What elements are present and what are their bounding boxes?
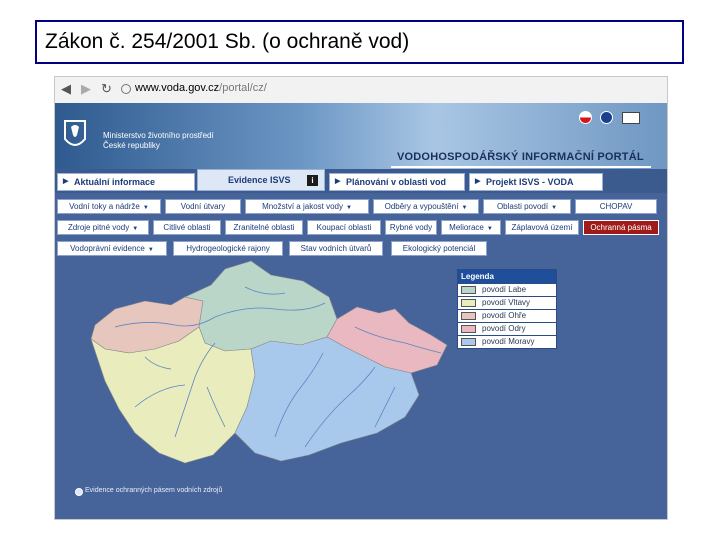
tab-projekt-isvs-voda[interactable]: ▶ Projekt ISVS - VODA — [469, 173, 603, 191]
address-bar[interactable]: www.voda.gov.cz/portal/cz/ — [135, 82, 267, 94]
basin-labe[interactable] — [184, 260, 338, 352]
ministry-line2: České republiky — [103, 141, 160, 150]
radio-bullet-icon[interactable] — [75, 488, 83, 496]
btn-zranitelne-oblasti[interactable]: Zranitelné oblasti — [225, 220, 303, 235]
legend-item: povodí Moravy — [458, 335, 556, 348]
btn-zaplavova-uzemi[interactable]: Záplavová území — [505, 220, 579, 235]
map-legend: Legenda povodí Labe povodí Vltavy povodí… — [457, 269, 557, 349]
czech-river-basin-map[interactable] — [75, 257, 475, 482]
btn-ochranna-pasma[interactable]: Ochranná pásma — [583, 220, 659, 235]
legend-swatch-ohre — [461, 312, 476, 320]
main-tabs: ▶ Aktuální informace Evidence ISVS i ▶ Plá… — [55, 169, 667, 193]
address-host: www.voda.gov.cz — [135, 82, 220, 94]
slide-title-box: Zákon č. 254/2001 Sb. (o ochraně vod) — [35, 20, 684, 64]
btn-koupaci-oblasti[interactable]: Koupací oblasti — [307, 220, 381, 235]
mail-icon[interactable] — [621, 111, 640, 124]
tab-planovani[interactable]: ▶ Plánování v oblasti vod — [329, 173, 465, 191]
portal-screenshot: ◀ ▶ ↻ www.voda.gov.cz/portal/cz/ Ministe… — [54, 76, 668, 520]
btn-citlive-oblasti[interactable]: Citlivé oblasti — [153, 220, 221, 235]
legend-item: povodí Odry — [458, 322, 556, 335]
ministry-name: Ministerstvo životního prostředí České r… — [103, 131, 233, 151]
back-arrow-icon[interactable]: ◀ — [61, 81, 71, 97]
tab-evidence-isvs[interactable]: Evidence ISVS — [197, 169, 325, 191]
portal-title: VODOHOSPODÁŘSKÝ INFORMAČNÍ PORTÁL — [397, 151, 644, 163]
tab-aktualni-informace[interactable]: ▶ Aktuální informace — [57, 173, 195, 191]
dropdown-arrow-icon: ▼ — [551, 205, 558, 211]
btn-hydrogeologicke-rajony[interactable]: Hydrogeologické rajony — [173, 241, 283, 256]
czech-flag-icon[interactable] — [579, 111, 592, 125]
btn-vodni-utvary[interactable]: Vodní útvary — [165, 199, 241, 214]
dropdown-arrow-icon: ▼ — [345, 205, 352, 211]
lion-crest-icon — [64, 120, 86, 146]
language-switcher — [579, 109, 640, 127]
slide-title: Zákon č. 254/2001 Sb. (o ochraně vod) — [45, 30, 410, 53]
btn-chopav[interactable]: CHOPAV — [575, 199, 657, 214]
btn-stav-vodnich-utvaru[interactable]: Stav vodních útvarů — [289, 241, 383, 256]
ministry-line1: Ministerstvo životního prostředí — [103, 131, 214, 140]
dropdown-arrow-icon: ▼ — [142, 205, 149, 211]
title-underline — [391, 166, 651, 168]
address-path: /portal/cz/ — [219, 82, 267, 94]
map-footnote[interactable]: Evidence ochranných pásem vodních zdrojů — [85, 487, 222, 494]
legend-title: Legenda — [458, 270, 556, 283]
legend-swatch-morava — [461, 338, 476, 346]
dropdown-arrow-icon: ▼ — [147, 247, 154, 253]
btn-mnozstvi-jakost[interactable]: Množství a jakost vody ▼ — [245, 199, 369, 214]
legend-item: povodí Vltavy — [458, 296, 556, 309]
dropdown-arrow-icon: ▼ — [461, 205, 468, 211]
btn-vodopravni-evidence[interactable]: Vodoprávní evidence ▼ — [57, 241, 167, 256]
uk-flag-icon[interactable] — [600, 111, 614, 125]
reload-icon[interactable]: ↻ — [101, 81, 112, 97]
btn-oblasti-povodi[interactable]: Oblasti povodí ▼ — [483, 199, 571, 214]
btn-zdroje-pitne-vody[interactable]: Zdroje pitné vody ▼ — [57, 220, 149, 235]
legend-swatch-vltava — [461, 299, 476, 307]
btn-meliorace[interactable]: Meliorace ▼ — [441, 220, 501, 235]
btn-vodni-toky[interactable]: Vodní toky a nádrže ▼ — [57, 199, 161, 214]
legend-swatch-odra — [461, 325, 476, 333]
dropdown-arrow-icon: ▼ — [486, 226, 493, 232]
btn-ekologicky-potencial[interactable]: Ekologický potenciál — [391, 241, 487, 256]
browser-toolbar: ◀ ▶ ↻ www.voda.gov.cz/portal/cz/ — [55, 77, 667, 104]
globe-icon — [121, 84, 131, 94]
forward-arrow-icon[interactable]: ▶ — [81, 81, 91, 97]
btn-rybne-vody[interactable]: Rybné vody — [385, 220, 437, 235]
btn-odbery-vypousteni[interactable]: Odběry a vypouštění ▼ — [373, 199, 479, 214]
portal-header: Ministerstvo životního prostředí České r… — [55, 103, 667, 169]
info-icon[interactable]: i — [307, 175, 318, 186]
dropdown-arrow-icon: ▼ — [132, 226, 139, 232]
legend-item: povodí Labe — [458, 283, 556, 296]
legend-item: povodí Ohře — [458, 309, 556, 322]
legend-swatch-labe — [461, 286, 476, 294]
